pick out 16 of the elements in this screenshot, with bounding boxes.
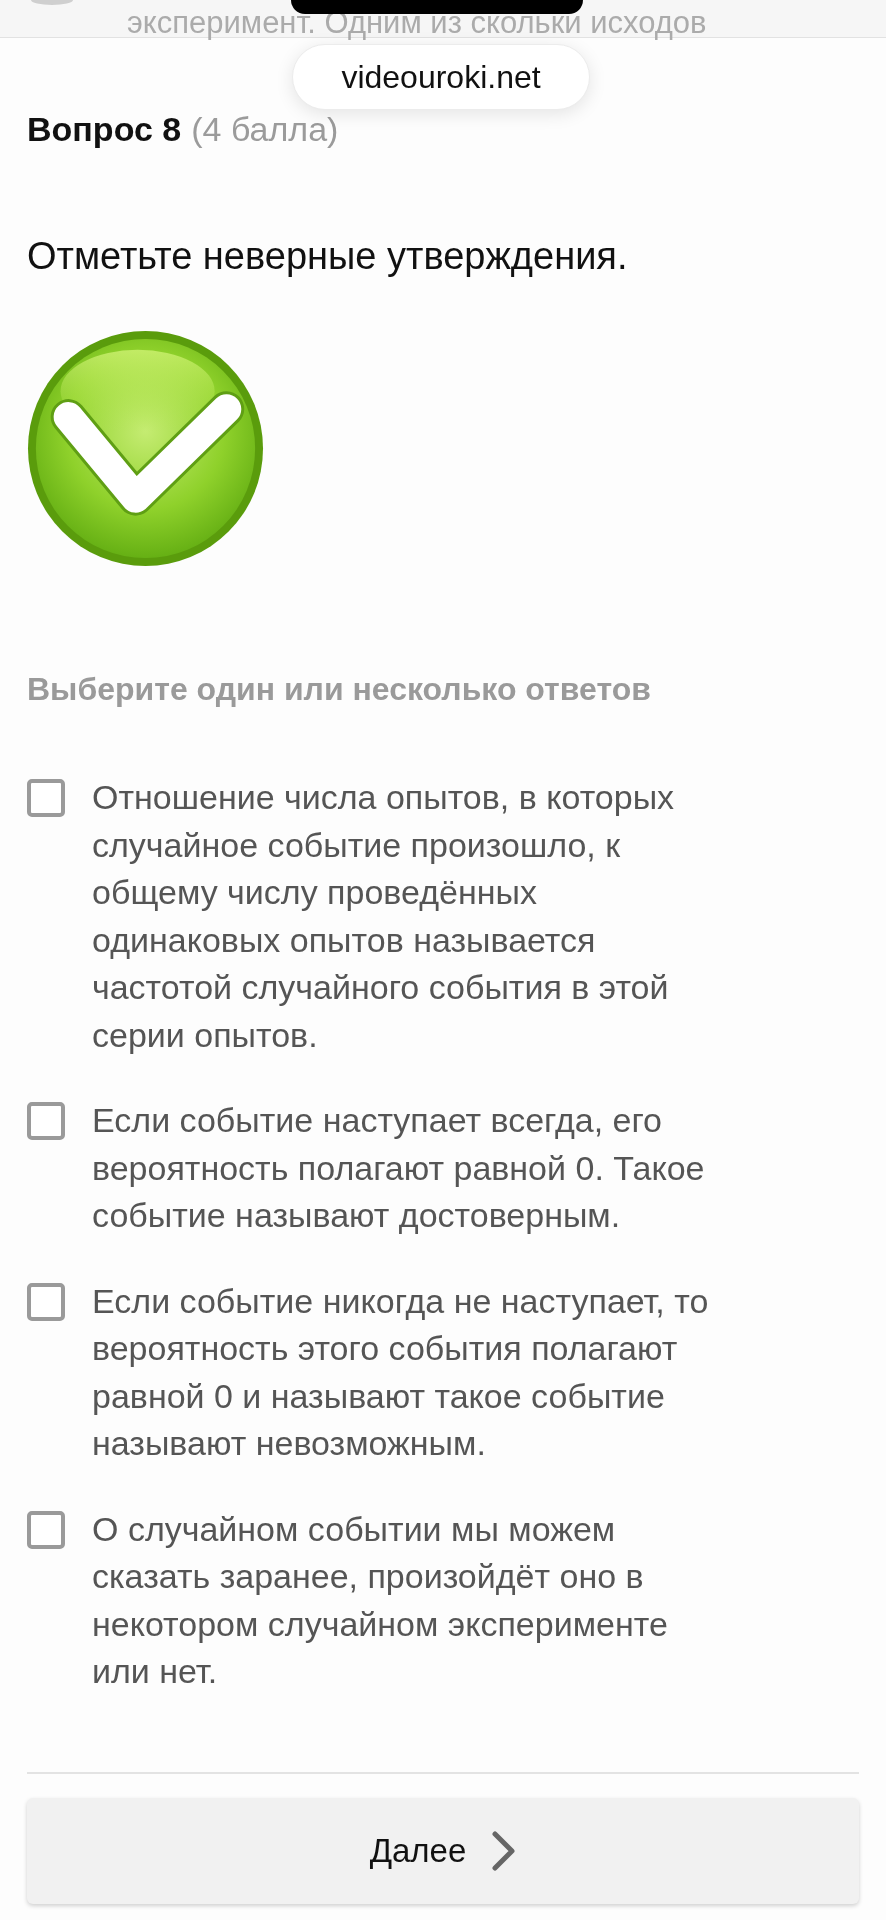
instruction-text: Выберите один или несколько ответов (27, 672, 652, 706)
question-points: (4 балла) (191, 112, 339, 146)
checkbox[interactable] (27, 1282, 65, 1321)
address-pill[interactable]: videouroki.net (292, 44, 590, 110)
question-title: Вопрос 8 (27, 112, 182, 146)
checkbox[interactable] (27, 1510, 65, 1549)
option-text: Если событие наступает всегда, его вероятность полагают равной 0. Такое событие называют достоверным. (92, 1100, 706, 1236)
check-circle-icon (27, 330, 264, 567)
question-prompt: Отметьте неверные утверждения. (27, 235, 629, 277)
chevron-right-icon (492, 1830, 517, 1871)
checkbox[interactable] (27, 779, 65, 817)
next-button[interactable]: Далее (27, 1797, 859, 1904)
option-text: Если событие никогда не наступает, то вероятность этого события полагают равной 0 и называют такое событие называют невозможным. (92, 1280, 710, 1464)
checkbox[interactable] (27, 1102, 65, 1140)
option-text: Отношение числа опытов, в которых случайное событие произошло, к общему числу проведённых одинаковых опытов называется частотой случайного события в этой серии опытов. (92, 777, 676, 1056)
option-text: О случайном событии мы можем сказать заранее, произойдёт оно в некотором случайном эксперименте или нет. (92, 1508, 669, 1692)
